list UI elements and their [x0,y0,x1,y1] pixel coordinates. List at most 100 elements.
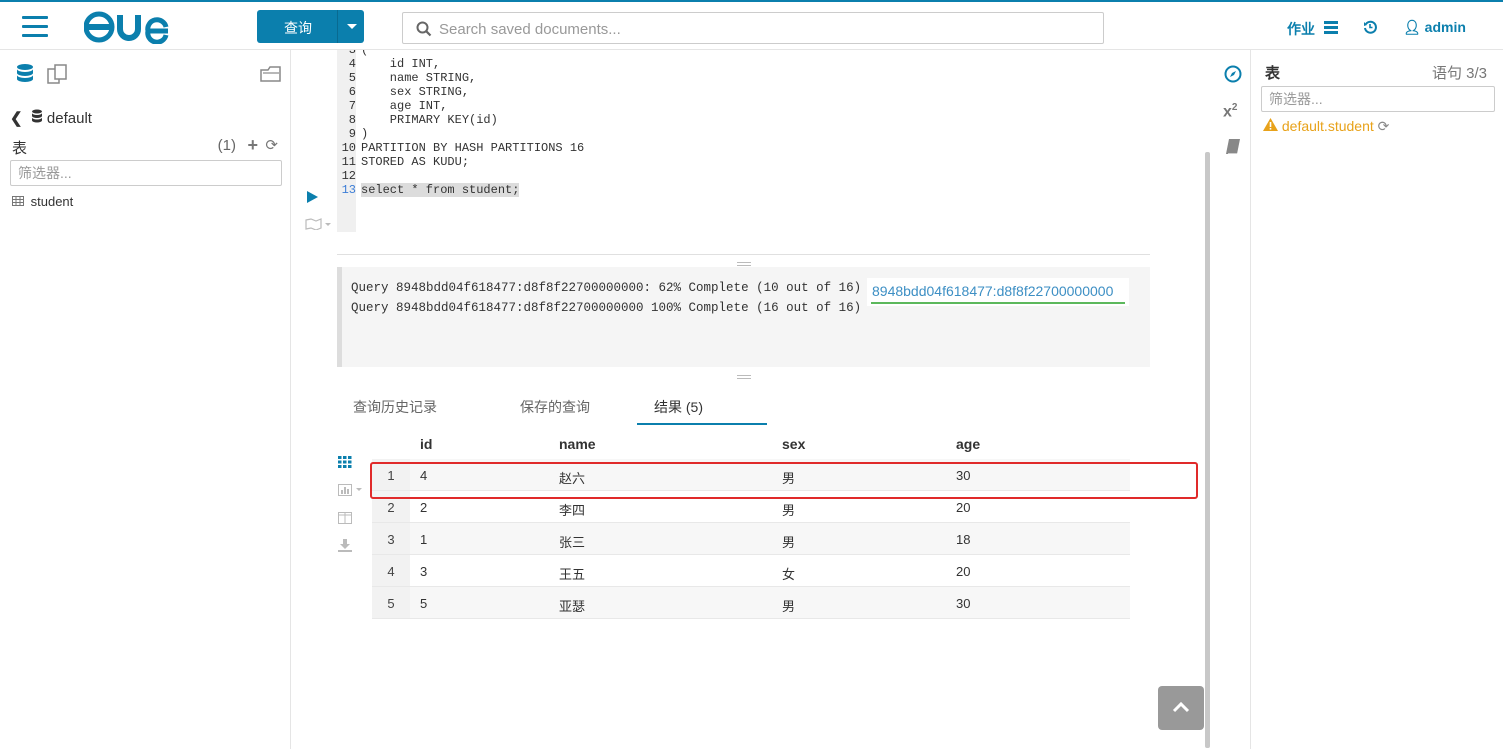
user-menu[interactable]: 👤︎ admin [1403,19,1466,36]
user-icon: 👤︎ [1403,19,1421,35]
column-header-name[interactable]: name [559,436,596,452]
add-table-icon[interactable]: + [247,135,258,156]
back-chevron-icon[interactable]: ❮ [10,110,23,127]
table-row[interactable]: 4 3 王五 女 20 [372,555,1130,587]
compass-icon[interactable] [1224,65,1242,83]
query-id-link[interactable]: 8948bdd04f618477:d8f8f22700000000 [867,278,1129,306]
cell-age: 20 [956,564,971,579]
table-item-student[interactable]: student [12,194,73,209]
cell-sex: 男 [782,535,796,550]
query-id-text: 8948bdd04f618477:d8f8f22700000000 [872,283,1114,299]
cell-age: 30 [956,596,971,611]
code-line: PRIMARY KEY(id) [361,113,498,127]
query-button[interactable]: 查询 [257,10,364,43]
line-number: 5 [348,71,356,85]
cell-age: 18 [956,532,971,547]
tab-query-history[interactable]: 查询历史记录 [353,397,437,417]
query-log: Query 8948bdd04f618477:d8f8f22700000000:… [337,267,1150,367]
download-icon[interactable] [338,539,352,552]
hdfs-folder-icon[interactable] [259,63,283,85]
explain-button[interactable] [305,217,333,235]
code-line: ( [361,50,369,57]
warning-icon [1263,118,1278,131]
tables-count: (1) [217,137,236,154]
history-icon[interactable] [1363,20,1377,34]
cell-sex: 男 [782,599,796,614]
table-row[interactable]: 3 1 张三 男 18 [372,523,1130,555]
right-tables-label: 表 [1265,65,1281,82]
table-icon [12,196,24,206]
cell-name: 王五 [559,567,586,582]
tab-saved-queries[interactable]: 保存的查询 [520,397,590,417]
query-progress-bar [871,302,1125,304]
database-breadcrumb[interactable]: ❮ default [10,109,92,127]
code-line: PARTITION BY HASH PARTITIONS 16 [361,141,585,155]
right-filter-input[interactable] [1261,86,1495,112]
column-header-sex[interactable]: sex [782,436,805,452]
column-header-age[interactable]: age [956,436,980,452]
tables-header: 表 (1) + ⟳ [12,135,280,158]
line-number: 3 [348,50,356,57]
search-box[interactable] [402,12,1104,44]
line-number: 8 [348,113,356,127]
code-line: ) [361,127,369,141]
functions-icon[interactable]: x2 [1223,102,1237,121]
cell-id: 1 [420,532,428,547]
line-number: 12 [341,169,356,183]
vertical-scrollbar[interactable] [1205,152,1210,748]
jobs-list-icon[interactable] [1324,21,1338,34]
tab-results[interactable]: 结果 (5) [654,397,703,417]
search-icon [416,21,432,37]
row-number: 2 [387,500,395,515]
code-line: age INT, [361,99,448,113]
cell-name: 张三 [559,535,586,550]
column-header-id[interactable]: id [420,436,432,452]
row-number: 4 [387,564,395,579]
sql-editor[interactable]: 3 4 5 6 7 8 9 10 11 12 13 ( id INT, name… [337,50,1150,232]
line-number: 9 [348,127,356,141]
chevron-up-icon [1172,701,1190,713]
top-navbar: 查询 作业 👤︎ admin [0,0,1503,50]
hue-logo[interactable] [83,10,180,45]
row-number: 3 [387,532,395,547]
line-number: 4 [348,57,356,71]
grid-header: id name sex age [372,427,1130,459]
query-button-label: 查询 [284,20,312,36]
resize-grip[interactable] [737,375,751,379]
database-icon[interactable] [14,63,36,85]
table-warning-item[interactable]: default.student ⟳ [1263,118,1389,135]
refresh-icon[interactable]: ⟳ [265,136,278,154]
table-filter-input[interactable] [10,160,282,186]
grid-view-icon[interactable] [338,456,352,468]
columns-icon[interactable] [338,512,352,524]
result-view-icons [338,456,366,552]
line-number: 10 [341,141,356,155]
cell-name: 李四 [559,503,586,518]
book-icon[interactable] [1225,138,1241,156]
resize-grip[interactable] [737,262,751,266]
database-small-icon [31,109,42,123]
chart-view-icon[interactable] [338,484,366,496]
result-tabs: 查询历史记录 保存的查询 结果 (5) [337,390,1150,426]
scroll-to-top-button[interactable] [1158,686,1204,730]
user-name: admin [1424,19,1466,35]
row-highlight-annotation [370,462,1198,499]
hamburger-menu-icon[interactable] [22,16,48,43]
query-dropdown-caret-icon[interactable] [337,10,364,43]
search-input[interactable] [437,18,1081,40]
documents-icon[interactable] [46,63,70,85]
code-line: STORED AS KUDU; [361,155,470,169]
refresh-icon[interactable]: ⟳ [1378,118,1390,134]
log-line: Query 8948bdd04f618477:d8f8f22700000000:… [351,281,862,295]
tables-label: 表 [12,140,28,157]
table-row[interactable]: 5 5 亚瑟 男 30 [372,587,1130,619]
database-name: default [46,110,92,127]
assist-icon-strip: x2 [1213,50,1250,749]
cell-age: 20 [956,500,971,515]
execute-button[interactable] [307,190,318,208]
left-assist-panel: ❮ default 表 (1) + ⟳ student [0,50,291,749]
line-number: 13 [341,183,356,197]
jobs-link[interactable]: 作业 [1287,19,1315,39]
map-icon [305,218,331,231]
